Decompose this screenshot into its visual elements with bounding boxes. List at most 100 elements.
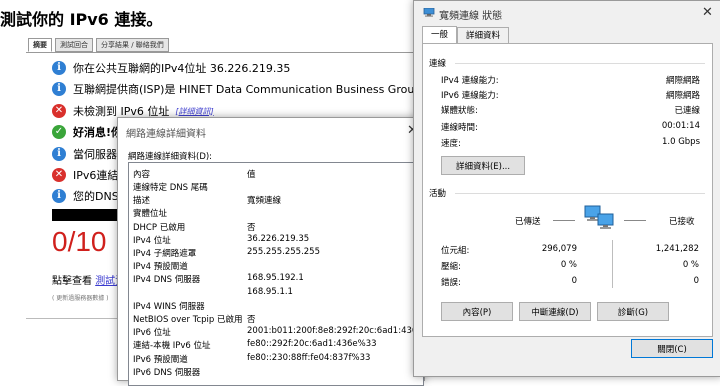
tab-details[interactable]: 詳細資料 bbox=[457, 27, 510, 44]
details-property: 連線特定 DNS 尾碼 bbox=[133, 183, 208, 193]
details-row[interactable]: IPv6 預設閘道 fe80::230:88ff:fe04:837f%33 bbox=[133, 353, 423, 366]
details-row[interactable]: IPv4 預設閘道 bbox=[133, 260, 423, 273]
test-row-text: 您的DNS bbox=[73, 190, 119, 203]
properties-button[interactable]: 內容(P) bbox=[441, 302, 513, 321]
bytes-received: 1,241,282 bbox=[655, 244, 699, 254]
details-property: 描述 bbox=[133, 196, 151, 207]
details-row[interactable]: 連線特定 DNS 尾碼 bbox=[133, 181, 423, 194]
details-value: 否 bbox=[247, 222, 256, 233]
window-title: 寬頻連線 狀態 bbox=[439, 11, 503, 22]
web-tab-bar: 摘要 測試回合 分享結果 / 聯絡我們 bbox=[28, 38, 169, 52]
error-icon: ✕ bbox=[52, 104, 66, 118]
details-row[interactable]: DHCP 已啟用 否 bbox=[133, 221, 423, 234]
connection-section-header: 連線 bbox=[429, 59, 447, 69]
compression-sent: 0 % bbox=[560, 260, 577, 270]
bytes-label: 位元組: bbox=[441, 246, 470, 256]
details-property: IPv4 DNS 伺服器 bbox=[133, 275, 201, 286]
details-value: fe80::292f:20c:6ad1:436e%33 bbox=[247, 339, 377, 350]
media-state-label: 媒體狀態: bbox=[441, 106, 478, 116]
details-value: 255.255.255.255 bbox=[247, 247, 321, 257]
details-value: 否 bbox=[247, 315, 256, 325]
close-icon[interactable]: ✕ bbox=[702, 6, 713, 19]
details-row[interactable]: 實體位址 bbox=[133, 207, 423, 220]
details-property: NetBIOS over Tcpip 已啟用 bbox=[133, 315, 243, 325]
test-row-text: 好消息!你 bbox=[73, 126, 123, 139]
test-row-ipv6-connect: ✕ IPv6連結 bbox=[52, 166, 118, 184]
details-row[interactable]: 描述 寬頻連線 bbox=[133, 194, 423, 207]
tab-share-contact[interactable]: 分享結果 / 聯絡我們 bbox=[96, 38, 169, 52]
score: 0/10 bbox=[52, 226, 107, 257]
details-row[interactable]: NetBIOS over Tcpip 已啟用否 bbox=[133, 313, 423, 326]
test-row-text: 當伺服器 bbox=[73, 148, 117, 161]
info-icon: i bbox=[52, 189, 66, 203]
test-row-text: IPv6連結 bbox=[73, 169, 119, 182]
details-property: IPv6 位址 bbox=[133, 328, 171, 339]
dialog-title: 網路連線詳細資料 bbox=[126, 129, 206, 140]
test-row-server: i 當伺服器 bbox=[52, 145, 117, 163]
errors-label: 錯誤: bbox=[441, 278, 461, 288]
general-panel: 連線 IPv4 連線能力: 網際網路 IPv6 連線能力: 網際網路 媒體狀態:… bbox=[422, 43, 713, 337]
compression-label: 壓縮: bbox=[441, 262, 461, 272]
status-tab-bar: 一般 詳細資料 bbox=[422, 26, 510, 44]
tab-divider bbox=[26, 52, 436, 53]
close-button[interactable]: 關閉(C) bbox=[631, 339, 713, 358]
network-activity-icon bbox=[583, 204, 617, 234]
details-value: 168.95.192.1 bbox=[247, 273, 304, 284]
column-value: 值 bbox=[247, 170, 256, 180]
duration-label: 連線時間: bbox=[441, 123, 478, 133]
details-row[interactable]: 168.95.1.1 bbox=[133, 287, 423, 300]
error-icon: ✕ bbox=[52, 168, 66, 182]
details-button[interactable]: 詳細資料(E)... bbox=[441, 156, 525, 175]
footnote: ( 更新過服務器數據 ) bbox=[52, 295, 109, 302]
tab-general[interactable]: 一般 bbox=[422, 26, 458, 44]
details-value: 36.226.219.35 bbox=[247, 233, 310, 244]
details-property: IPv4 預設閘道 bbox=[133, 262, 188, 273]
column-divider bbox=[612, 240, 613, 288]
activity-section-header: 活動 bbox=[429, 189, 447, 199]
details-link[interactable]: [詳細資訊] bbox=[175, 106, 213, 117]
received-line bbox=[624, 220, 646, 221]
details-row[interactable]: IPv4 DNS 伺服器 168.95.192.1 bbox=[133, 273, 423, 286]
details-list[interactable]: 內容 值 連線特定 DNS 尾碼 描述 寬頻連線 實體位址 DHCP 已啟用否 IPv4 … bbox=[128, 162, 424, 386]
details-row[interactable]: IPv6 DNS 伺服器 bbox=[133, 366, 423, 379]
tab-test-run[interactable]: 測試回合 bbox=[55, 38, 93, 52]
network-icon bbox=[423, 7, 435, 17]
details-property: IPv6 DNS 伺服器 bbox=[133, 367, 201, 378]
speed-label: 速度: bbox=[441, 139, 461, 149]
details-row[interactable]: IPv4 位址 36.226.219.35 bbox=[133, 234, 423, 247]
details-property: 實體位址 bbox=[133, 209, 168, 220]
details-row[interactable]: IPv6 位址 2001:b011:200f:8e8:292f:20c:6ad1:… bbox=[133, 326, 423, 339]
details-heading: 網路連線詳細資料(D): bbox=[128, 152, 213, 162]
column-property: 內容 bbox=[133, 170, 151, 180]
errors-sent: 0 bbox=[571, 276, 577, 286]
footer-prefix: 點擊查看 bbox=[52, 276, 92, 287]
check-icon: ✓ bbox=[52, 125, 66, 139]
diagnose-button[interactable]: 診斷(G) bbox=[597, 302, 669, 321]
test-row-text: 互聯網提供商(ISP)是 HINET Data Communication Bu… bbox=[73, 83, 446, 96]
ipv6-connectivity-label: IPv6 連線能力: bbox=[441, 91, 499, 101]
bytes-sent: 296,079 bbox=[541, 244, 577, 254]
details-property: IPv4 位址 bbox=[133, 235, 171, 246]
page-title: 測試你的 IPv6 連接。 bbox=[0, 10, 163, 29]
sent-line bbox=[553, 220, 575, 221]
info-icon: i bbox=[52, 61, 66, 75]
section-divider bbox=[455, 193, 705, 194]
compression-received: 0 % bbox=[682, 260, 699, 270]
details-row[interactable]: 連結-本機 IPv6 位址 fe80::292f:20c:6ad1:436e%33 bbox=[133, 339, 423, 352]
section-divider bbox=[455, 63, 705, 64]
details-property: 連結-本機 IPv6 位址 bbox=[133, 341, 211, 352]
details-row[interactable]: IPv4 WINS 伺服器 bbox=[133, 300, 423, 313]
test-row-good-news: ✓ 好消息!你 bbox=[52, 123, 122, 141]
details-property: IPv4 子網路遮罩 bbox=[133, 249, 197, 259]
tab-summary[interactable]: 摘要 bbox=[28, 38, 52, 52]
ipv4-connectivity-label: IPv4 連線能力: bbox=[441, 76, 499, 86]
details-row[interactable]: IPv4 子網路遮罩 255.255.255.255 bbox=[133, 247, 423, 260]
details-property: IPv6 預設閘道 bbox=[133, 354, 188, 365]
connection-status-window: 寬頻連線 狀態 ✕ 一般 詳細資料 連線 IPv4 連線能力: 網際網路 IPv… bbox=[413, 0, 720, 377]
test-row-ipv4: i 你在公共互聯網的IPv4位址 36.226.219.35 bbox=[52, 59, 290, 77]
disconnect-button[interactable]: 中斷連線(D) bbox=[519, 302, 591, 321]
details-property: IPv4 WINS 伺服器 bbox=[133, 301, 205, 312]
speed-value: 1.0 Gbps bbox=[661, 137, 700, 147]
details-value: 168.95.1.1 bbox=[247, 286, 293, 297]
ipv6-connectivity-value: 網際網路 bbox=[665, 91, 700, 101]
